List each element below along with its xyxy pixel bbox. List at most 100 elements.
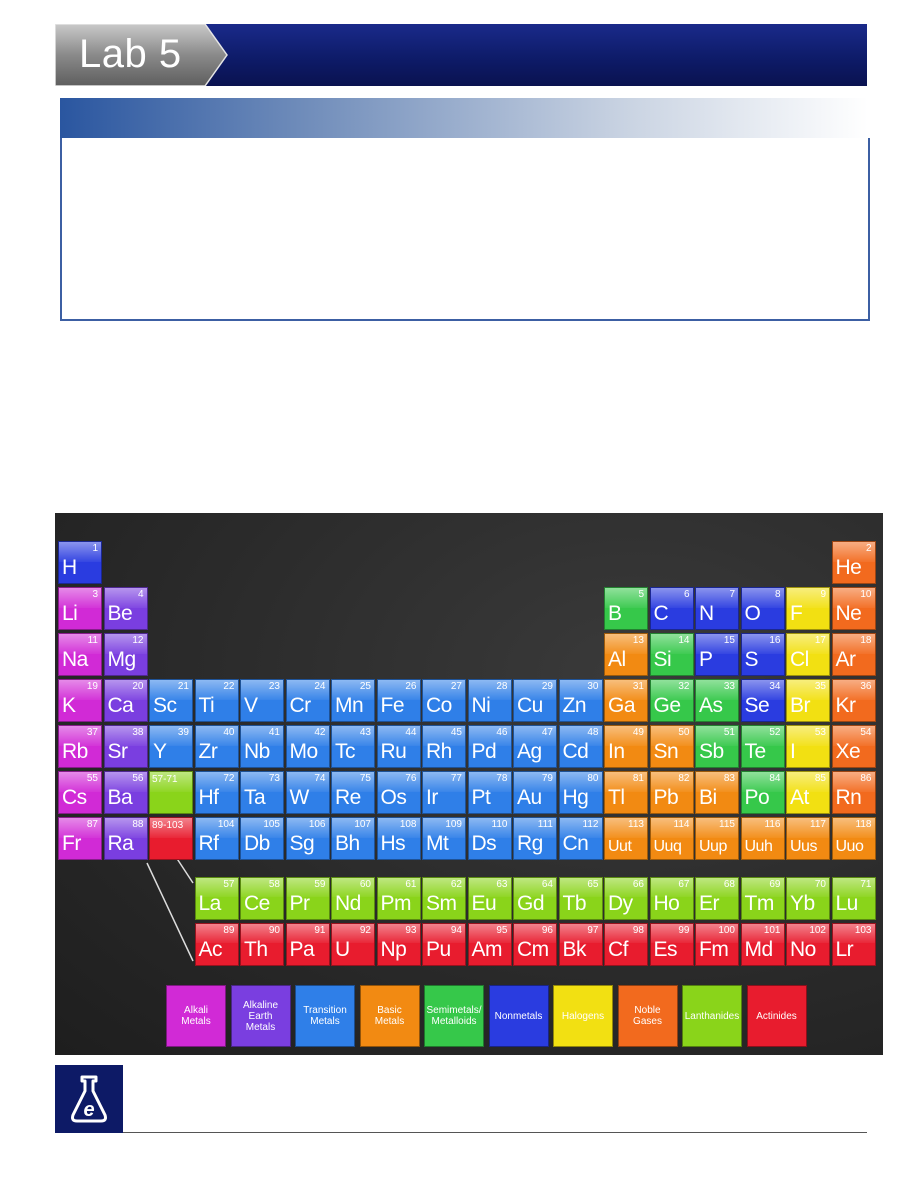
element-symbol: Gd [517,891,545,915]
atomic-number: 74 [314,773,326,784]
element-symbol: Zn [562,694,587,717]
element-symbol: Eu [471,891,497,915]
element-tile: 93 Np [376,922,421,966]
atomic-number: 7 [729,589,735,600]
element-symbol: Cu [517,694,543,717]
element-symbol: Pu [426,937,451,961]
atomic-number: 107 [354,819,371,830]
element-symbol: Cf [608,937,629,961]
element-tile: 11 Na [58,633,102,676]
atomic-number: 17 [814,635,826,646]
element-tile: 84 Po [740,771,785,814]
element-symbol: Cr [289,694,312,717]
element-tile: 36 Kr [831,679,876,722]
atomic-number: 30 [587,681,599,692]
element-symbol: S [744,648,759,671]
element-symbol: Mg [107,648,137,671]
atomic-number: 13 [632,635,644,646]
element-symbol: Uup [699,838,727,855]
element-symbol: No [790,937,816,961]
element-tile: 118 Uuo [831,817,876,860]
atomic-number: 36 [860,681,872,692]
element-tile: 54 Xe [831,725,876,768]
element-symbol: Sg [289,832,315,855]
element-symbol: Mo [289,740,319,763]
element-symbol: Th [244,937,268,961]
atomic-number: 59 [314,878,326,890]
atomic-number: 62 [450,878,462,890]
atomic-number: 89-103 [152,820,184,831]
element-symbol: La [198,891,222,915]
element-symbol: Er [699,891,720,915]
element-tile: 50 Sn [649,725,694,768]
element-tile: 114 Uuq [649,817,694,860]
element-tile: 91 Pa [285,922,330,966]
legend-item: Halogens [553,985,613,1047]
svg-text:e: e [83,1099,94,1121]
element-symbol: Cn [562,832,589,855]
atomic-number: 102 [809,924,826,936]
element-symbol: Ho [653,891,680,915]
element-tile: 71 Lu [831,876,876,920]
atomic-number: 58 [268,878,280,890]
element-tile: 106 Sg [285,817,330,860]
element-tile: 73 Ta [240,771,284,814]
element-tile: 60 Nd [331,876,375,920]
atomic-number: 29 [541,681,553,692]
atomic-number: 64 [541,878,553,890]
element-symbol: Be [107,602,133,625]
atomic-number: 110 [491,819,508,830]
element-symbol: Sb [699,740,724,763]
atomic-number: 116 [764,819,781,830]
atomic-number: 104 [217,819,235,830]
atomic-number: 73 [268,773,280,784]
atomic-number: 49 [632,727,644,738]
atomic-number: 33 [723,681,735,692]
atomic-number: 80 [587,773,599,784]
element-symbol: Po [744,786,770,809]
atomic-number: 19 [86,681,98,692]
atomic-number: 1 [92,543,98,554]
element-symbol: Al [608,648,626,671]
element-tile: 24 Cr [285,679,330,722]
element-symbol: In [608,740,625,763]
atomic-number: 42 [314,727,326,738]
atomic-number: 5 [638,589,644,600]
element-symbol: Pa [289,937,315,961]
section-header-bar [60,98,868,138]
atomic-number: 35 [814,681,826,692]
atomic-number: 99 [678,924,690,936]
atomic-number: 89 [223,924,235,936]
atomic-number: 111 [537,819,553,830]
atomic-number: 39 [177,727,189,738]
element-symbol: Bk [562,937,587,961]
atomic-number: 82 [678,773,690,784]
atomic-number: 31 [632,681,644,692]
legend-item: Transition Metals [295,985,355,1047]
atomic-number: 79 [541,773,553,784]
element-tile: 40 Zr [194,725,239,768]
element-tile: 70 Yb [786,876,830,920]
element-symbol: Uuo [835,838,864,855]
atomic-number: 86 [860,773,872,784]
element-tile: 17 Cl [786,633,830,676]
element-tile: 79 Au [513,771,557,814]
element-symbol: N [699,602,714,625]
element-symbol: Au [517,786,542,809]
atomic-number: 117 [810,819,826,830]
element-symbol: Te [744,740,767,763]
legend-item: Alkaline Earth Metals [230,985,291,1047]
element-symbol: Ba [107,786,133,809]
element-symbol: Na [62,648,88,671]
atomic-number: 88 [132,819,144,830]
atomic-number: 32 [678,681,690,692]
element-symbol: At [790,786,809,809]
element-symbol: He [835,556,862,579]
legend-label: Nonmetals [494,1010,543,1022]
atomic-number: 98 [632,924,644,936]
element-tile: 77 Ir [422,771,466,814]
element-tile: 5B [604,587,648,630]
element-tile: 1H [58,541,102,584]
atomic-number: 54 [860,727,872,738]
atomic-number: 45 [450,727,462,738]
